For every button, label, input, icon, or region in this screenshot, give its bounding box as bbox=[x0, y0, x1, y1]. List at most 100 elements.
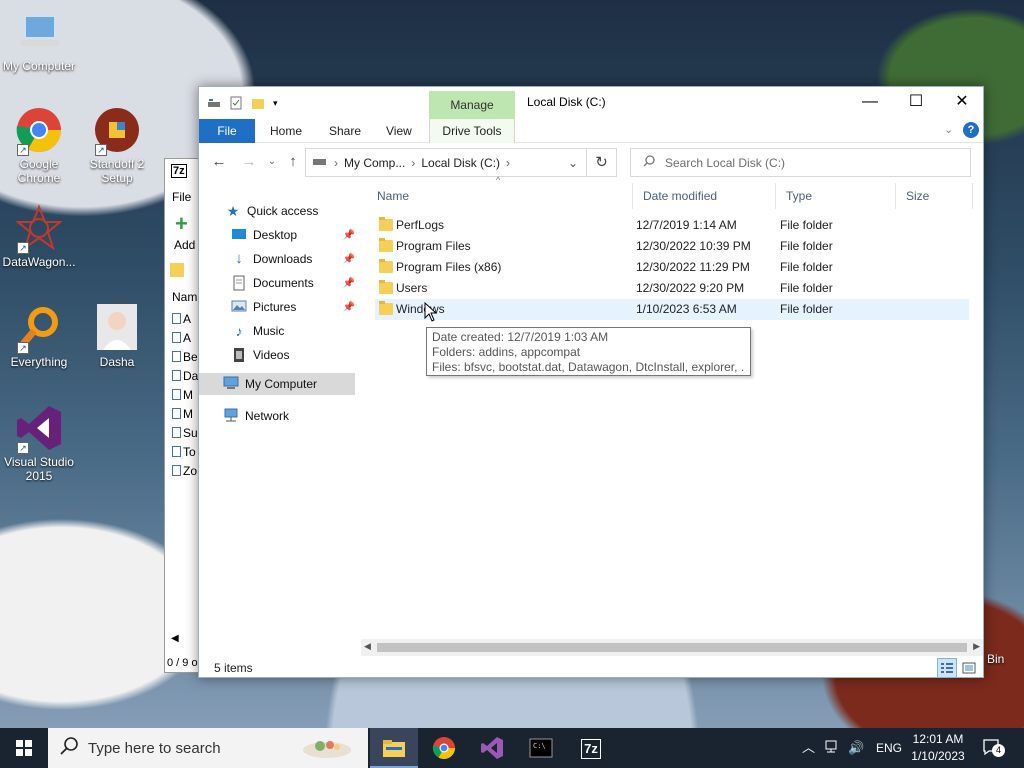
desktop-icon-chrome[interactable]: ↗ Google Chrome bbox=[0, 106, 78, 185]
tab-file[interactable]: File bbox=[199, 119, 255, 143]
desktop-icon-datawagon[interactable]: ↗ DataWagon... bbox=[0, 204, 78, 269]
horizontal-scrollbar[interactable]: ◀ ▶ bbox=[361, 639, 983, 656]
nav-quick-access[interactable]: ★ Quick access bbox=[225, 200, 355, 222]
maximize-button[interactable]: ☐ bbox=[893, 87, 939, 117]
desktop-icon bbox=[231, 227, 247, 243]
refresh-button[interactable]: ↻ bbox=[587, 148, 617, 177]
file-date: 12/30/2022 10:39 PM bbox=[636, 239, 751, 253]
column-header-type[interactable]: Type bbox=[776, 183, 896, 209]
start-button[interactable] bbox=[0, 728, 48, 768]
nav-network[interactable]: Network bbox=[223, 405, 355, 427]
list-item[interactable]: Su bbox=[172, 424, 198, 443]
tab-drive-tools[interactable]: Drive Tools bbox=[429, 119, 515, 143]
desktop-icon-standoff-setup[interactable]: ↗ Standoff 2 Setup bbox=[78, 106, 156, 185]
nav-videos[interactable]: Videos bbox=[231, 344, 355, 366]
pin-icon[interactable]: 📌 bbox=[343, 278, 355, 289]
tab-view[interactable]: View bbox=[374, 119, 424, 143]
breadcrumb-local-disk[interactable]: Local Disk (C:) bbox=[421, 156, 500, 170]
download-arrow-icon: ↓ bbox=[235, 250, 243, 267]
desktop-icon-dasha[interactable]: Dasha bbox=[78, 304, 156, 369]
address-dropdown-chevron-icon[interactable]: ⌄ bbox=[568, 156, 578, 170]
file-explorer-window[interactable]: ▾ Manage Local Disk (C:) — ☐ ✕ File Home… bbox=[198, 86, 984, 678]
table-row[interactable]: PerfLogs 12/7/2019 1:14 AM File folder bbox=[375, 215, 969, 236]
file-list-view[interactable]: ^ Name Date modified Type Size PerfLogs … bbox=[367, 175, 973, 641]
tray-chevron-up-icon[interactable]: ︿ bbox=[802, 728, 815, 768]
nav-pictures[interactable]: Pictures 📌 bbox=[231, 296, 355, 318]
column-header-date-modified[interactable]: Date modified bbox=[633, 183, 776, 209]
7zip-icon: 7z bbox=[581, 739, 601, 759]
folder-icon bbox=[379, 301, 393, 315]
nav-downloads[interactable]: ↓ Downloads 📌 bbox=[231, 248, 355, 270]
table-row[interactable]: Windows 1/10/2023 6:53 AM File folder bbox=[375, 299, 969, 320]
breadcrumb-my-computer[interactable]: My Comp... bbox=[344, 156, 405, 170]
magnifier-search-icon: ↗ bbox=[15, 304, 63, 354]
expand-ribbon-icon[interactable]: ⌄ bbox=[944, 123, 953, 136]
large-icons-view-icon[interactable] bbox=[961, 660, 977, 676]
desktop-icon-my-computer[interactable]: My Computer bbox=[0, 8, 78, 73]
taskbar-search-box[interactable]: Type here to search bbox=[48, 728, 368, 768]
new-folder-icon[interactable] bbox=[251, 96, 265, 110]
tab-share[interactable]: Share bbox=[317, 119, 373, 143]
tab-home[interactable]: Home bbox=[258, 119, 314, 143]
datawagon-icon: ↗ bbox=[15, 204, 63, 254]
desktop-icon-visual-studio[interactable]: ↗ Visual Studio 2015 bbox=[0, 404, 78, 483]
drive-icon[interactable] bbox=[207, 96, 221, 110]
list-item[interactable]: M bbox=[172, 386, 198, 405]
list-item[interactable]: Zo bbox=[172, 462, 198, 481]
nav-desktop[interactable]: Desktop 📌 bbox=[231, 224, 355, 246]
list-item[interactable]: Be bbox=[172, 348, 198, 367]
column-header-size[interactable]: Size bbox=[896, 183, 973, 209]
column-header-name[interactable]: Name bbox=[367, 183, 633, 209]
recent-locations-chevron-icon[interactable]: ⌄ bbox=[262, 152, 282, 172]
forward-arrow-icon[interactable]: → bbox=[239, 152, 259, 172]
list-item[interactable]: A bbox=[172, 310, 198, 329]
volume-icon[interactable]: 🔊 bbox=[848, 728, 864, 768]
list-item[interactable]: Da bbox=[172, 367, 198, 386]
add-icon[interactable]: + bbox=[175, 213, 188, 235]
taskbar-command-prompt[interactable]: C:\ bbox=[517, 728, 565, 768]
address-bar[interactable]: › My Comp... › Local Disk (C:) › ⌄ bbox=[305, 148, 587, 177]
nav-documents[interactable]: Documents 📌 bbox=[231, 272, 355, 294]
title-bar[interactable]: ▾ Manage Local Disk (C:) — ☐ ✕ bbox=[199, 87, 983, 119]
table-row[interactable]: Program Files 12/30/2022 10:39 PM File f… bbox=[375, 236, 969, 257]
desktop-icon-everything[interactable]: ↗ Everything bbox=[0, 304, 78, 369]
language-indicator[interactable]: ENG bbox=[876, 728, 902, 768]
properties-icon[interactable] bbox=[229, 96, 243, 110]
customize-toolbar-icon[interactable]: ▾ bbox=[273, 96, 287, 110]
taskbar-file-explorer[interactable] bbox=[370, 728, 418, 768]
search-input[interactable]: Search Local Disk (C:) bbox=[630, 148, 971, 177]
up-arrow-icon[interactable]: ↑ bbox=[283, 152, 303, 172]
pin-icon[interactable]: 📌 bbox=[343, 302, 355, 313]
table-row[interactable]: Users 12/30/2022 9:20 PM File folder bbox=[375, 278, 969, 299]
navigation-pane: ★ Quick access Desktop 📌 ↓ Downloads 📌 D… bbox=[199, 183, 365, 653]
pin-icon[interactable]: 📌 bbox=[343, 254, 355, 265]
scroll-left-icon[interactable]: ◀ bbox=[364, 641, 371, 652]
details-view-icon[interactable] bbox=[937, 658, 957, 678]
nav-music[interactable]: ♪ Music bbox=[231, 320, 355, 342]
list-item[interactable]: To bbox=[172, 443, 198, 462]
taskbar-chrome[interactable] bbox=[420, 728, 468, 768]
bg-add-label: Add bbox=[174, 238, 196, 252]
scroll-left-icon[interactable]: ◀ bbox=[171, 633, 179, 644]
table-row[interactable]: Program Files (x86) 12/30/2022 11:29 PM … bbox=[375, 257, 969, 278]
list-item[interactable]: A bbox=[172, 329, 198, 348]
back-arrow-icon[interactable]: ← bbox=[209, 152, 229, 172]
taskbar-7zip[interactable]: 7z bbox=[567, 728, 615, 768]
minimize-button[interactable]: — bbox=[847, 87, 893, 117]
scrollbar-thumb[interactable] bbox=[377, 643, 967, 652]
nav-my-computer[interactable]: My Computer bbox=[199, 373, 355, 395]
clock[interactable]: 12:01 AM 1/10/2023 bbox=[906, 731, 970, 765]
navigation-bar: ← → ⌄ ↑ › My Comp... › Local Disk (C:) ›… bbox=[199, 144, 983, 180]
help-icon[interactable]: ? bbox=[963, 122, 979, 138]
scroll-right-icon[interactable]: ▶ bbox=[973, 641, 980, 652]
manage-contextual-tab[interactable]: Manage bbox=[429, 91, 515, 119]
tooltip-line: Folders: addins, appcompat bbox=[432, 345, 581, 359]
folder-up-icon[interactable] bbox=[170, 263, 184, 277]
network-status-icon[interactable] bbox=[824, 728, 838, 768]
bg-menu-file[interactable]: File bbox=[172, 190, 191, 204]
list-item[interactable]: M bbox=[172, 405, 198, 424]
close-button[interactable]: ✕ bbox=[939, 87, 985, 117]
notification-center-icon[interactable]: 4 bbox=[982, 738, 1005, 757]
taskbar-visual-studio[interactable] bbox=[468, 728, 516, 768]
pin-icon[interactable]: 📌 bbox=[343, 230, 355, 241]
